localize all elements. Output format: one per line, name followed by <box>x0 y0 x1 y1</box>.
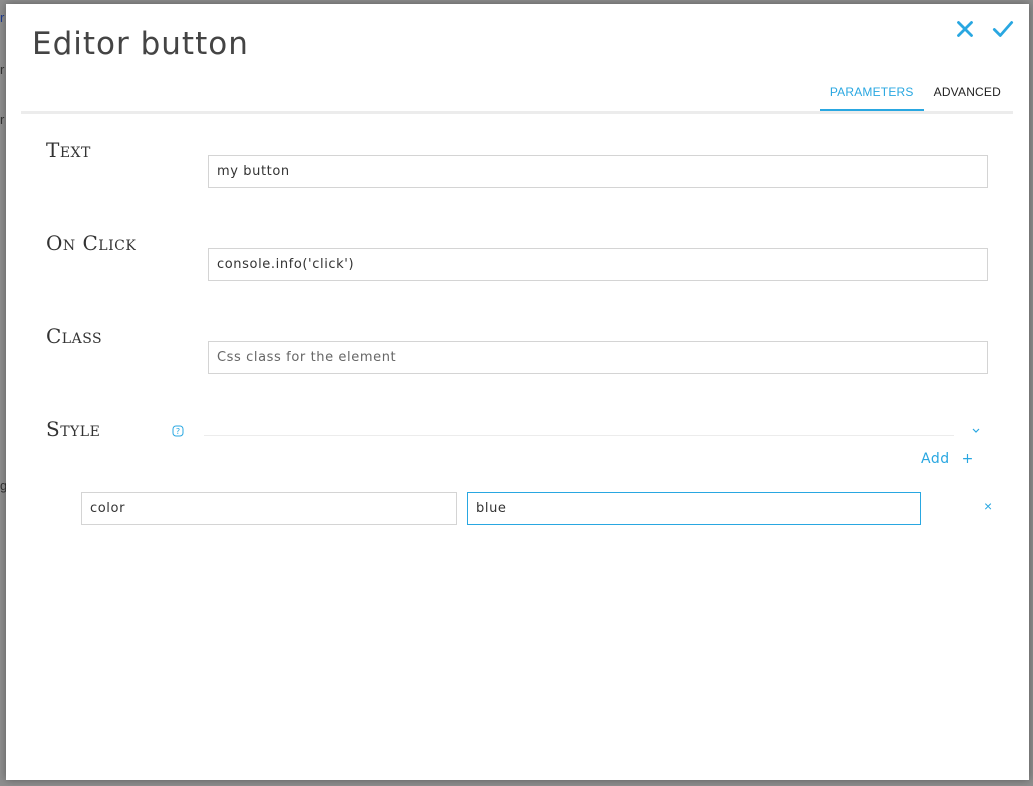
style-label: Style <box>46 417 101 441</box>
svg-text:?: ? <box>176 427 180 436</box>
class-label: Class <box>46 324 103 348</box>
text-label: Text <box>46 138 91 162</box>
add-style-button[interactable]: Add + <box>921 451 974 467</box>
style-value-input[interactable] <box>467 492 921 525</box>
check-icon[interactable] <box>990 16 1016 42</box>
plus-icon: + <box>961 451 974 467</box>
onclick-label: On Click <box>46 231 137 255</box>
help-icon[interactable]: ? <box>172 424 184 437</box>
style-key-input[interactable] <box>81 492 457 525</box>
editor-dialog: Editor button PARAMETERS ADVANCED Text O… <box>6 4 1029 780</box>
dialog-title: Editor button <box>32 26 249 62</box>
tab-advanced[interactable]: ADVANCED <box>924 80 1011 112</box>
add-style-label: Add <box>921 451 950 467</box>
background-glyph: r <box>0 62 5 77</box>
close-icon[interactable] <box>952 16 978 42</box>
background-glyph: r <box>0 10 5 25</box>
class-input[interactable] <box>208 341 988 374</box>
background-glyph: r <box>0 112 5 127</box>
text-input[interactable] <box>208 155 988 188</box>
onclick-input[interactable] <box>208 248 988 281</box>
tab-parameters[interactable]: PARAMETERS <box>819 80 924 112</box>
style-select[interactable] <box>204 420 954 436</box>
tab-divider <box>21 111 1013 114</box>
chevron-down-icon[interactable] <box>970 423 982 435</box>
remove-style-row-icon[interactable]: × <box>984 498 992 514</box>
tab-bar: PARAMETERS ADVANCED <box>819 80 1011 112</box>
